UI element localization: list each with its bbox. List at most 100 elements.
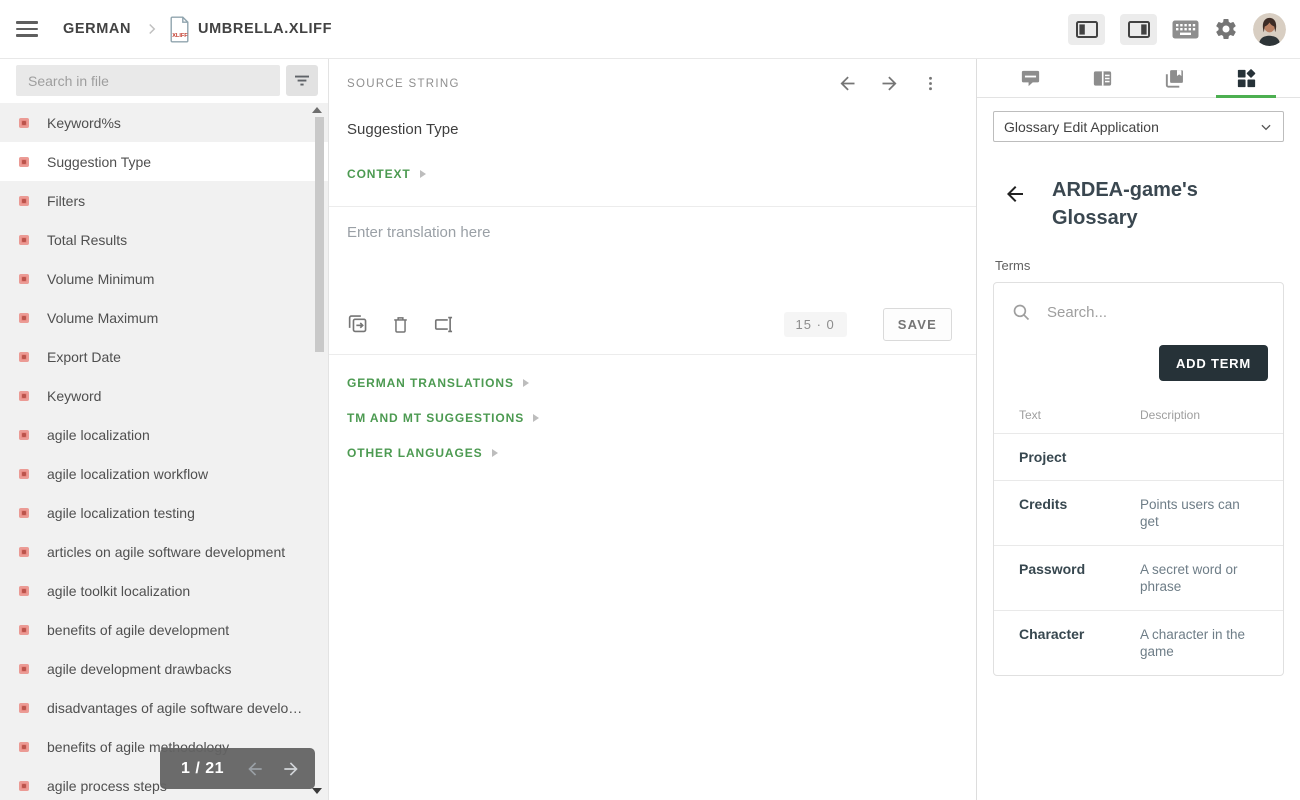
source-string-text: Suggestion Type <box>329 94 976 138</box>
glossary-row[interactable]: Project <box>994 433 1283 480</box>
tm-mt-suggestions-expander[interactable]: TM AND MT SUGGESTIONS <box>347 411 958 425</box>
segment-item[interactable]: agile development drawbacks <box>0 649 328 688</box>
segment-item[interactable]: agile localization <box>0 415 328 454</box>
search-icon <box>1011 302 1032 323</box>
section-label: TM AND MT SUGGESTIONS <box>347 411 524 425</box>
segment-item[interactable]: benefits of agile development <box>0 610 328 649</box>
glossary-term: Character <box>994 626 1140 660</box>
segment-status-icon <box>19 235 29 245</box>
pagination-prev-icon[interactable] <box>245 759 265 779</box>
segment-label: Suggestion Type <box>47 154 151 170</box>
segment-label: agile localization testing <box>47 505 195 521</box>
source-string-label: SOURCE STRING <box>347 78 460 90</box>
segment-status-icon <box>19 625 29 635</box>
segment-label: Filters <box>47 193 85 209</box>
translation-input[interactable] <box>329 207 976 302</box>
segment-item[interactable]: agile toolkit localization <box>0 571 328 610</box>
segment-status-icon <box>19 157 29 167</box>
toggle-right-panel-button[interactable] <box>1120 14 1157 45</box>
editor-panel: SOURCE STRING Suggestion Type CONTEXT <box>328 59 976 800</box>
previous-segment-icon[interactable] <box>837 73 858 94</box>
other-languages-expander[interactable]: OTHER LANGUAGES <box>347 446 958 460</box>
chevron-down-icon <box>1259 120 1273 134</box>
tab-comments[interactable] <box>994 59 1066 97</box>
active-tab-indicator <box>1216 95 1276 98</box>
keyboard-shortcuts-icon[interactable] <box>1172 20 1199 39</box>
expand-triangle-icon <box>420 170 426 178</box>
segment-status-icon <box>19 703 29 713</box>
rename-key-icon[interactable] <box>432 313 456 336</box>
segment-label: Keyword%s <box>47 115 121 131</box>
segment-label: Total Results <box>47 232 127 248</box>
toggle-left-panel-button[interactable] <box>1068 14 1105 45</box>
scrollbar-up-arrow[interactable] <box>312 107 322 113</box>
segment-item[interactable]: disadvantages of agile software develo… <box>0 688 328 727</box>
copy-source-icon[interactable] <box>346 313 369 336</box>
german-translations-expander[interactable]: GERMAN TRANSLATIONS <box>347 376 958 390</box>
delete-translation-icon[interactable] <box>390 313 411 336</box>
segment-status-icon <box>19 586 29 596</box>
menu-icon[interactable] <box>16 19 42 39</box>
glossary-app-select[interactable]: Glossary Edit Application <box>993 111 1284 142</box>
comment-icon <box>1019 67 1042 90</box>
segment-item[interactable]: Volume Minimum <box>0 259 328 298</box>
search-in-file-input[interactable] <box>16 65 280 96</box>
glossary-row[interactable]: Password A secret word or phrase <box>994 545 1283 610</box>
tab-glossary-active[interactable] <box>1210 59 1282 97</box>
segment-item[interactable]: agile localization workflow <box>0 454 328 493</box>
segment-item[interactable]: Keyword%s <box>0 103 328 142</box>
scrollbar-thumb[interactable] <box>315 117 324 352</box>
filter-list-icon <box>292 71 312 90</box>
segment-label: agile localization workflow <box>47 466 208 482</box>
segment-item[interactable]: articles on agile software development <box>0 532 328 571</box>
save-button[interactable]: SAVE <box>883 308 952 341</box>
segment-status-icon <box>19 391 29 401</box>
scrollbar-down-arrow[interactable] <box>312 788 322 794</box>
segment-item[interactable]: Filters <box>0 181 328 220</box>
glossary-search-input[interactable] <box>1047 304 1269 321</box>
next-segment-icon[interactable] <box>879 73 900 94</box>
section-label: OTHER LANGUAGES <box>347 446 483 460</box>
glossary-row[interactable]: Credits Points users can get <box>994 480 1283 545</box>
terms-label: Terms <box>977 232 1300 273</box>
settings-gear-icon[interactable] <box>1214 17 1238 41</box>
segment-item[interactable]: Keyword <box>0 376 328 415</box>
segment-status-icon <box>19 547 29 557</box>
glossary-term: Password <box>994 561 1140 595</box>
filter-button[interactable] <box>286 65 318 96</box>
segment-status-icon <box>19 274 29 284</box>
segment-status-icon <box>19 664 29 674</box>
segment-item[interactable]: Volume Maximum <box>0 298 328 337</box>
segment-item[interactable]: Export Date <box>0 337 328 376</box>
segment-status-icon <box>19 118 29 128</box>
glossary-back-icon[interactable] <box>1003 182 1027 232</box>
expand-triangle-icon <box>533 414 539 422</box>
tab-translation-memory[interactable] <box>1138 59 1210 97</box>
chevron-right-icon <box>143 20 161 38</box>
pagination-label: 1 / 21 <box>181 760 224 778</box>
pagination-bar: 1 / 21 <box>160 748 315 789</box>
segment-label: Volume Maximum <box>47 310 158 326</box>
character-counter-badge: 15 · 0 <box>784 312 847 337</box>
segment-label: benefits of agile development <box>47 622 229 638</box>
segment-label: disadvantages of agile software develo… <box>47 700 302 716</box>
section-label: GERMAN TRANSLATIONS <box>347 376 514 390</box>
column-header-text: Text <box>994 408 1140 422</box>
add-term-button[interactable]: ADD TERM <box>1159 345 1268 381</box>
segment-item[interactable]: agile localization testing <box>0 493 328 532</box>
tab-details[interactable] <box>1066 59 1138 97</box>
context-expander[interactable]: CONTEXT <box>329 138 976 181</box>
user-avatar[interactable] <box>1253 13 1286 46</box>
more-options-icon[interactable] <box>921 73 940 94</box>
breadcrumb-language[interactable]: GERMAN <box>63 21 131 37</box>
glossary-description <box>1140 449 1258 465</box>
segment-sidebar: Keyword%s Suggestion Type Filters Total … <box>0 59 328 800</box>
breadcrumb-file[interactable]: XLIFF UMBRELLA.XLIFF <box>169 16 332 43</box>
segment-item[interactable]: Total Results <box>0 220 328 259</box>
segment-list: Keyword%s Suggestion Type Filters Total … <box>0 103 328 800</box>
context-label: CONTEXT <box>347 167 411 181</box>
segment-status-icon <box>19 508 29 518</box>
pagination-next-icon[interactable] <box>281 759 301 779</box>
segment-item-selected[interactable]: Suggestion Type <box>0 142 328 181</box>
glossary-row[interactable]: Character A character in the game <box>994 610 1283 675</box>
